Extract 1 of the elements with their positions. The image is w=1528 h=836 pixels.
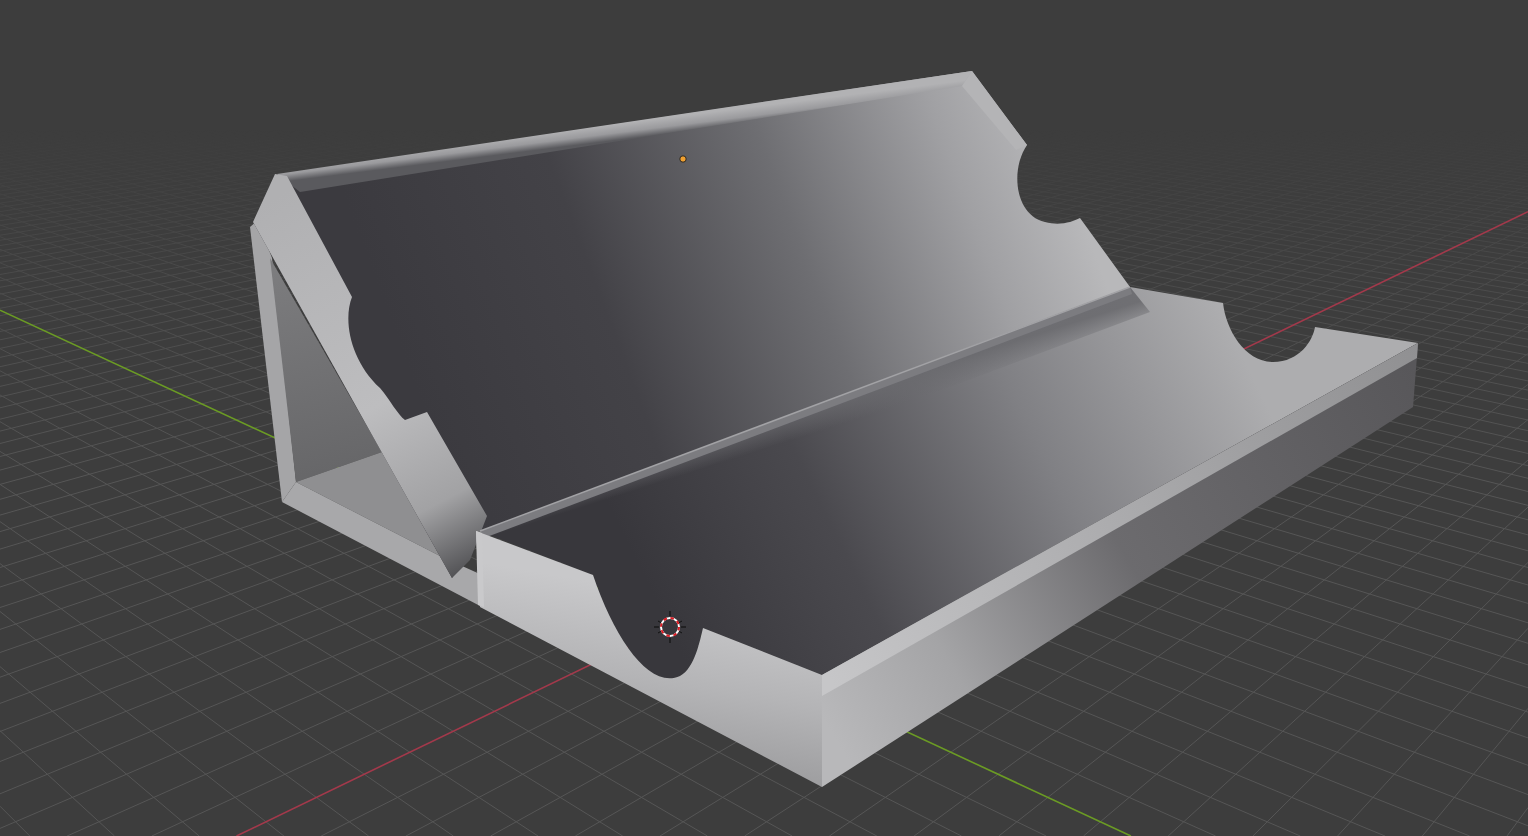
crosshair-icon — [653, 610, 687, 644]
